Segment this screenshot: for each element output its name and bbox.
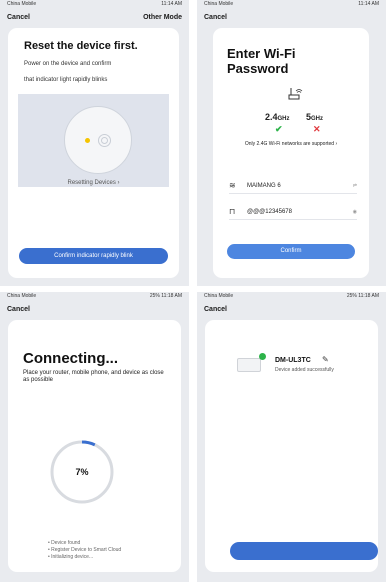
- status-bar: China Mobile 11:14 AM: [0, 0, 189, 9]
- lock-icon: ⊓: [229, 207, 236, 216]
- status-bar: China Mobile 25% 11:18 AM: [197, 292, 386, 301]
- device-name: DM-UL3TC: [275, 357, 311, 364]
- top-bar: Cancel: [0, 301, 189, 317]
- connecting-card: Connecting... Place your router, mobile …: [8, 320, 181, 572]
- device-status: Device added successfully: [275, 367, 334, 373]
- placement-hint: Place your router, mobile phone, and dev…: [23, 370, 164, 383]
- band-note-text: Only 2.4G Wi-Fi networks are supported: [244, 141, 335, 147]
- step-2-text: Register Device to Smart Cloud: [51, 547, 122, 553]
- device-image: [64, 106, 132, 174]
- wifi-card: Enter Wi-Fi Password 2.4GHz 5GHz ✔ ✕ Onl…: [213, 28, 369, 278]
- confirm-button[interactable]: Confirm: [227, 244, 355, 259]
- instruction-line-1: Power on the device and confirm: [24, 61, 112, 67]
- band-2-4ghz: 2.4GHz: [265, 112, 290, 122]
- device-thumbnail: [237, 358, 261, 372]
- carrier-text: China Mobile: [7, 293, 37, 299]
- device-illustration: [18, 94, 169, 187]
- status-bar: China Mobile 25% 11:18 AM: [0, 292, 189, 301]
- time-text: 11:14 AM: [358, 1, 379, 7]
- top-bar: Cancel: [197, 9, 386, 25]
- title-line-2: Password: [227, 61, 289, 76]
- top-bar: Cancel Other Mode: [0, 9, 189, 25]
- time-text: 11:14 AM: [161, 1, 182, 7]
- password-field[interactable]: ⊓ @@@12345678 ◉: [229, 204, 357, 220]
- carrier-text: China Mobile: [204, 293, 234, 299]
- progress-percent: 7%: [75, 467, 89, 477]
- done-button[interactable]: [230, 542, 378, 560]
- time-text: 25% 11:18 AM: [149, 293, 182, 299]
- cross-icon: ✕: [313, 124, 321, 134]
- page-title: Enter Wi-Fi Password: [227, 46, 296, 76]
- resetting-devices-label: Resetting Devices: [67, 180, 116, 186]
- step-initializing: • Initializing device...: [48, 554, 94, 560]
- success-badge-icon: [259, 353, 266, 360]
- wifi-password-screen: China Mobile 11:14 AM Cancel Enter Wi-Fi…: [197, 0, 386, 286]
- page-title: Reset the device first.: [24, 40, 138, 52]
- title-line-1: Enter Wi-Fi: [227, 46, 296, 61]
- band-5ghz: 5GHz: [306, 112, 323, 122]
- password-value: @@@12345678: [247, 208, 292, 215]
- band-2-4-unit: GHz: [277, 116, 290, 122]
- chevron-right-icon: ›: [335, 141, 338, 147]
- eye-icon[interactable]: ◉: [353, 209, 357, 215]
- ssid-value: MAIMANG 6: [247, 182, 281, 189]
- device-added-screen: China Mobile 25% 11:18 AM Cancel DM-UL3T…: [197, 292, 386, 582]
- edit-pencil-icon[interactable]: ✎: [322, 355, 329, 364]
- band-note-link[interactable]: Only 2.4G Wi-Fi networks are supported ›: [213, 141, 369, 147]
- connection-steps: • Device found • Register Device to Smar…: [48, 540, 121, 561]
- cancel-button[interactable]: Cancel: [7, 306, 30, 313]
- ssid-field[interactable]: ≋ MAIMANG 6 ⇌: [229, 178, 357, 194]
- button-inner-ring-icon: [101, 137, 108, 144]
- step-1-text: Device found: [51, 540, 81, 546]
- status-bar: China Mobile 11:14 AM: [197, 0, 386, 9]
- instruction-line-2: that indicator light rapidly blinks: [24, 77, 108, 83]
- reset-device-screen: China Mobile 11:14 AM Cancel Other Mode …: [0, 0, 189, 286]
- band-2-4-value: 2.4: [265, 112, 278, 122]
- other-mode-button[interactable]: Other Mode: [143, 14, 182, 21]
- cancel-button[interactable]: Cancel: [204, 14, 227, 21]
- top-bar: Cancel: [197, 301, 386, 317]
- band-5-unit: GHz: [311, 116, 324, 122]
- cancel-button[interactable]: Cancel: [204, 306, 227, 313]
- router-icon: [288, 88, 303, 100]
- time-text: 25% 11:18 AM: [346, 293, 379, 299]
- page-title: Connecting...: [23, 350, 118, 367]
- resetting-devices-link[interactable]: Resetting Devices ›: [8, 180, 179, 186]
- indicator-light-icon: [85, 138, 90, 143]
- checkmark-icon: ✔: [275, 124, 283, 134]
- step-device-found: • Device found: [48, 540, 81, 546]
- confirm-blink-button[interactable]: Confirm indicator rapidly blink: [19, 248, 168, 264]
- chevron-right-icon: ›: [117, 180, 120, 186]
- wifi-icon: ≋: [229, 181, 236, 190]
- reset-card: Reset the device first. Power on the dev…: [8, 28, 179, 278]
- connecting-screen: China Mobile 25% 11:18 AM Cancel Connect…: [0, 292, 189, 582]
- carrier-text: China Mobile: [204, 1, 234, 7]
- carrier-text: China Mobile: [7, 1, 37, 7]
- step-register-cloud: • Register Device to Smart Cloud: [48, 547, 122, 553]
- step-3-text: Initializing device...: [51, 554, 94, 560]
- device-added-card: DM-UL3TC ✎ Device added successfully: [205, 320, 378, 572]
- switch-network-icon[interactable]: ⇌: [353, 183, 357, 189]
- cancel-button[interactable]: Cancel: [7, 14, 30, 21]
